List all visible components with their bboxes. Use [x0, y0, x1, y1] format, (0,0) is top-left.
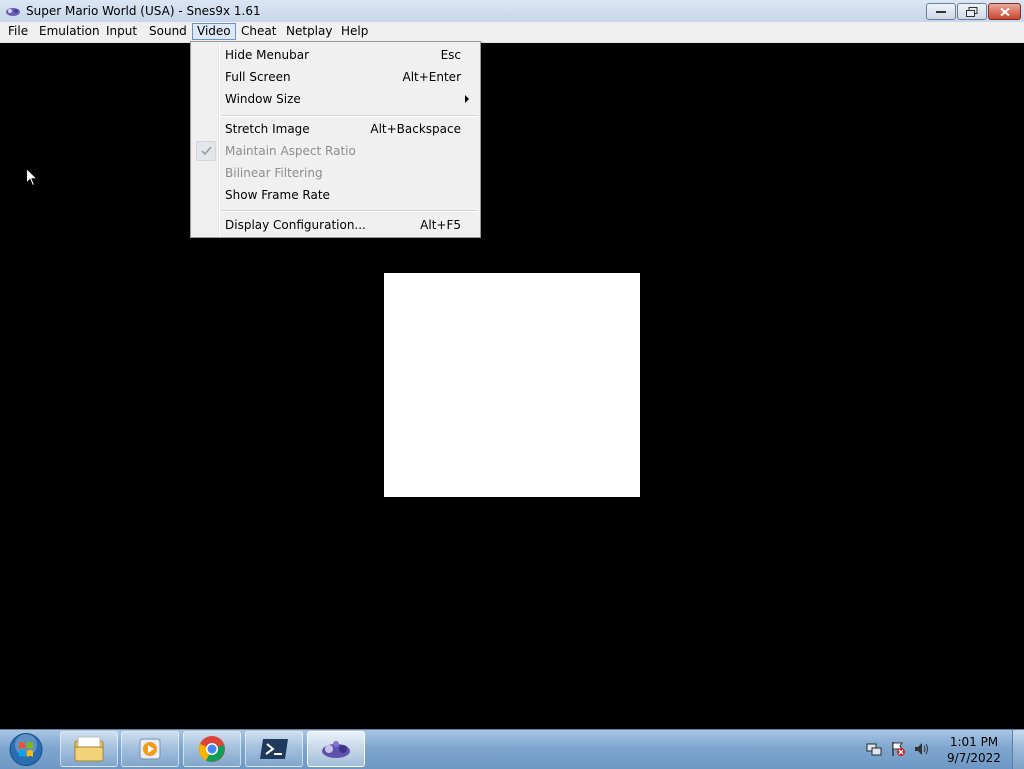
menu-item-shortcut: Alt+Backspace [370, 122, 461, 136]
window-title: Super Mario World (USA) - Snes9x 1.61 [26, 4, 261, 18]
menu-item-full-screen[interactable]: Full Screen Alt+Enter [193, 66, 478, 88]
taskbar-chrome-button[interactable] [183, 731, 241, 767]
menu-item-maintain-aspect-ratio[interactable]: Maintain Aspect Ratio [193, 140, 478, 162]
network-icon[interactable] [866, 741, 882, 757]
menu-item-label: Window Size [225, 92, 301, 106]
game-screen[interactable] [384, 273, 640, 497]
title-bar: Super Mario World (USA) - Snes9x 1.61 [0, 0, 1024, 23]
menu-item-hide-menubar[interactable]: Hide Menubar Esc [193, 44, 478, 66]
taskbar-explorer-button[interactable] [60, 731, 118, 767]
menu-sound[interactable]: Sound [145, 23, 191, 40]
restore-icon [966, 6, 978, 17]
clock-time: 1:01 PM [949, 735, 999, 749]
snes9x-app-icon [6, 8, 20, 16]
video-menu-dropdown: Hide Menubar Esc Full Screen Alt+Enter W… [190, 41, 481, 238]
menu-item-window-size[interactable]: Window Size [193, 88, 478, 110]
mouse-cursor-icon [26, 168, 38, 187]
menu-item-label: Full Screen [225, 70, 291, 84]
taskbar-media-player-button[interactable] [121, 731, 179, 767]
minimize-icon [936, 10, 946, 13]
menu-item-label: Show Frame Rate [225, 188, 330, 202]
menu-item-label: Stretch Image [225, 122, 310, 136]
menu-item-bilinear-filtering[interactable]: Bilinear Filtering [193, 162, 478, 184]
start-button[interactable] [6, 731, 46, 768]
taskbar-snes9x-button[interactable] [307, 731, 365, 767]
system-clock[interactable]: 1:01 PM 9/7/2022 [944, 734, 1004, 766]
taskbar-powershell-button[interactable] [245, 731, 303, 767]
menu-file[interactable]: File [4, 23, 32, 40]
menu-item-label: Maintain Aspect Ratio [225, 144, 356, 158]
menu-item-display-configuration[interactable]: Display Configuration... Alt+F5 [193, 214, 478, 236]
menu-video[interactable]: Video [192, 23, 236, 40]
menu-item-shortcut: Esc [440, 48, 461, 62]
show-desktop-button[interactable] [1012, 730, 1024, 769]
menu-help[interactable]: Help [337, 23, 372, 40]
volume-icon[interactable] [914, 741, 930, 757]
close-button[interactable] [988, 3, 1021, 20]
windows-explorer-icon [74, 736, 104, 762]
snes9x-icon [322, 741, 350, 758]
submenu-arrow-icon [465, 95, 469, 103]
menu-item-shortcut: Alt+F5 [420, 218, 461, 232]
menu-item-label: Hide Menubar [225, 48, 310, 62]
action-center-flag-icon[interactable] [890, 741, 906, 757]
menu-item-stretch-image[interactable]: Stretch Image Alt+Backspace [193, 118, 478, 140]
menu-item-label: Bilinear Filtering [225, 166, 323, 180]
menu-item-label: Display Configuration... [225, 218, 366, 232]
menu-cheat[interactable]: Cheat [237, 23, 280, 40]
menu-item-shortcut: Alt+Enter [402, 70, 461, 84]
minimize-button[interactable] [926, 3, 956, 20]
restore-button[interactable] [957, 3, 987, 20]
powershell-icon [260, 739, 288, 759]
chrome-icon [199, 736, 225, 762]
checkmark-box [196, 141, 216, 161]
close-icon [999, 7, 1010, 16]
clock-date: 9/7/2022 [947, 751, 1001, 765]
menu-input[interactable]: Input [102, 23, 141, 40]
menu-netplay[interactable]: Netplay [282, 23, 336, 40]
menu-separator [221, 210, 478, 212]
media-player-icon [139, 738, 161, 760]
menu-emulation[interactable]: Emulation [35, 23, 104, 40]
checkmark-icon [201, 146, 212, 156]
menu-bar: File Emulation Input Sound Video Cheat N… [0, 22, 1024, 43]
menu-item-show-frame-rate[interactable]: Show Frame Rate [193, 184, 478, 206]
menu-separator [221, 115, 478, 117]
taskbar: 1:01 PM 9/7/2022 [0, 729, 1024, 769]
